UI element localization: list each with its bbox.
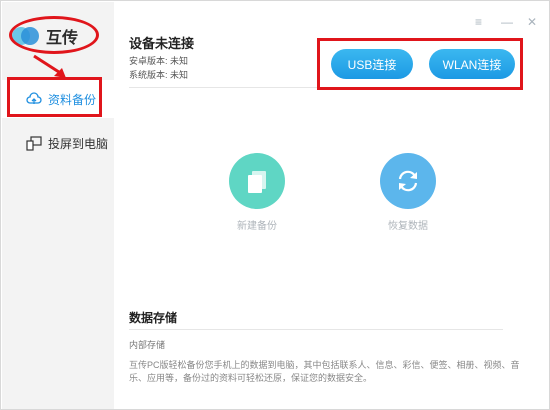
sidebar: 互传 资料备份 投屏到电脑 — [2, 2, 114, 409]
restore-data-label: 恢复数据 — [388, 221, 428, 232]
storage-title: 数据存储 — [129, 311, 178, 325]
storage-description: 互传PC版轻松备份您手机上的数据到电脑，其中包括联系人、信息、彩信、便签、相册、… — [129, 360, 520, 383]
annotation-rect-buttons — [317, 38, 523, 90]
annotation-rect-nav — [7, 77, 102, 117]
close-icon[interactable]: ✕ — [527, 15, 537, 29]
annotation-ellipse — [9, 16, 99, 54]
storage-subtitle: 内部存储 — [129, 340, 166, 350]
android-version: 安卓版本: 未知 — [129, 56, 189, 66]
new-backup-label: 新建备份 — [237, 221, 277, 232]
sidebar-item-screen-mirror[interactable]: 投屏到电脑 — [2, 124, 114, 162]
storage-divider — [129, 329, 503, 330]
system-version: 系统版本: 未知 — [129, 70, 189, 80]
app-window: 互传 资料备份 投屏到电脑 ≡ — ✕ 设备未连接 安卓版本: 未知 系统版本:… — [0, 0, 550, 410]
restore-data-action[interactable]: 恢复数据 — [373, 153, 443, 232]
new-backup-icon — [229, 153, 285, 209]
device-status-title: 设备未连接 — [129, 36, 195, 51]
screen-mirror-icon — [26, 135, 42, 151]
sidebar-item-label: 投屏到电脑 — [48, 136, 109, 151]
restore-icon — [380, 153, 436, 209]
new-backup-action[interactable]: 新建备份 — [222, 153, 292, 232]
minimize-icon[interactable]: — — [501, 15, 513, 29]
menu-icon[interactable]: ≡ — [475, 15, 482, 29]
